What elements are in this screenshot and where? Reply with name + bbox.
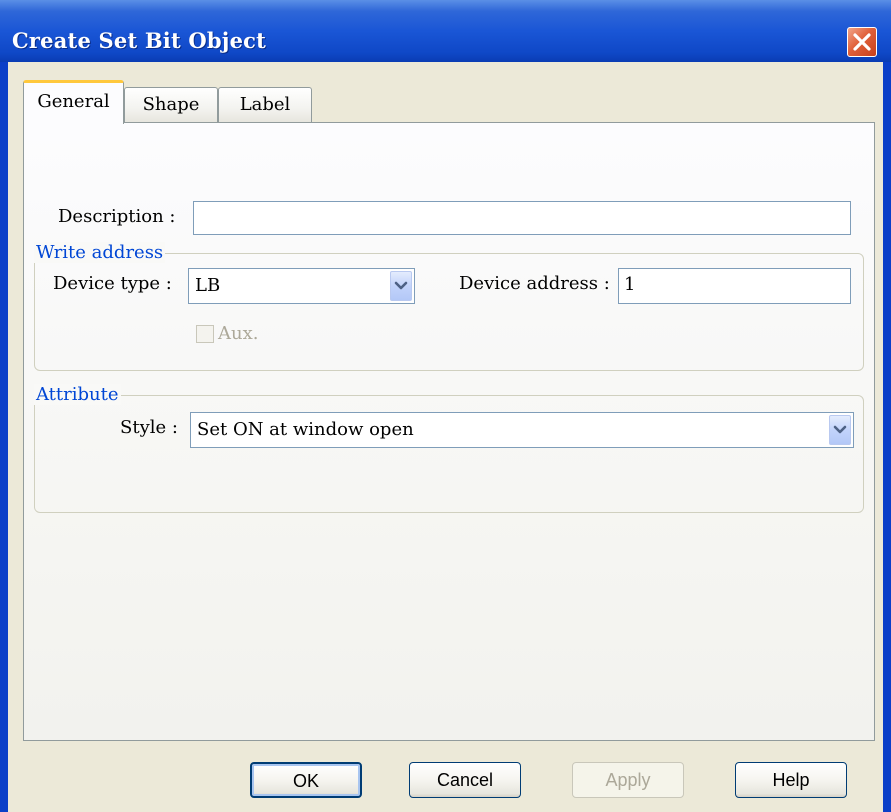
ok-button[interactable]: OK — [250, 762, 362, 798]
chevron-down-icon — [394, 281, 408, 290]
general-tab-panel: Description : Write address Device type … — [23, 122, 875, 741]
help-button[interactable]: Help — [735, 762, 847, 798]
dialog-window: Create Set Bit Object General Shape Labe… — [0, 0, 891, 812]
device-type-dropdown-button[interactable] — [390, 271, 412, 301]
style-value: Set ON at window open — [197, 419, 414, 440]
device-address-input[interactable]: 1 — [618, 268, 851, 304]
aux-label: Aux. — [218, 323, 259, 344]
tab-label[interactable]: Label — [218, 87, 312, 123]
description-label: Description : — [58, 206, 176, 227]
attribute-title: Attribute — [34, 384, 121, 405]
device-type-value: LB — [195, 275, 221, 296]
apply-button[interactable]: Apply — [572, 762, 684, 798]
aux-checkbox[interactable] — [196, 325, 214, 343]
style-select[interactable]: Set ON at window open — [190, 412, 854, 448]
tab-general[interactable]: General — [23, 80, 124, 124]
style-dropdown-button[interactable] — [829, 415, 851, 445]
style-label: Style : — [120, 417, 178, 438]
cancel-button[interactable]: Cancel — [409, 762, 521, 798]
chevron-down-icon — [833, 425, 847, 434]
close-icon — [853, 33, 871, 51]
tab-shape[interactable]: Shape — [124, 87, 218, 123]
device-address-label: Device address : — [459, 273, 610, 294]
dialog-body: General Shape Label Description : Write … — [8, 62, 883, 812]
title-bar[interactable]: Create Set Bit Object — [0, 0, 891, 62]
description-input[interactable] — [193, 201, 851, 235]
window-title: Create Set Bit Object — [12, 28, 267, 53]
close-button[interactable] — [847, 27, 877, 57]
write-address-title: Write address — [34, 242, 166, 263]
device-type-select[interactable]: LB — [188, 268, 415, 304]
device-type-label: Device type : — [53, 273, 172, 294]
